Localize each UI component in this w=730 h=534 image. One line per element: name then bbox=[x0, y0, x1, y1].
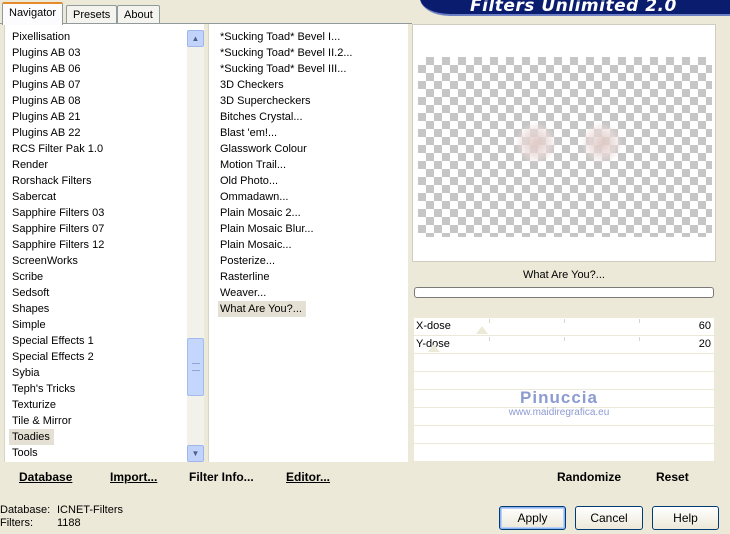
chevron-up-icon[interactable]: ▲ bbox=[187, 30, 204, 47]
category-item[interactable]: Sapphire Filters 12 bbox=[5, 237, 104, 253]
category-item[interactable]: Plugins AB 06 bbox=[5, 61, 104, 77]
category-item[interactable]: RCS Filter Pak 1.0 bbox=[5, 141, 104, 157]
filter-item[interactable]: Rasterline bbox=[209, 269, 353, 285]
filter-item[interactable]: Plain Mosaic Blur... bbox=[209, 221, 353, 237]
category-item[interactable]: ScreenWorks bbox=[5, 253, 104, 269]
category-item[interactable]: Plugins AB 22 bbox=[5, 125, 104, 141]
help-button[interactable]: Help bbox=[652, 506, 719, 530]
category-item[interactable]: Plugins AB 03 bbox=[5, 45, 104, 61]
category-item[interactable]: Plugins AB 08 bbox=[5, 93, 104, 109]
database-button[interactable]: Database bbox=[19, 470, 72, 484]
category-item[interactable]: Pixellisation bbox=[5, 29, 104, 45]
progress-bar bbox=[414, 287, 714, 298]
preview-spot-left bbox=[516, 123, 556, 163]
scrollbar-thumb[interactable] bbox=[187, 338, 204, 396]
watermark: Pinuccia www.maidiregrafica.eu bbox=[494, 388, 624, 418]
slider-value: 20 bbox=[698, 338, 711, 350]
filter-item[interactable]: *Sucking Toad* Bevel III... bbox=[209, 61, 353, 77]
filter-item[interactable]: *Sucking Toad* Bevel II.2... bbox=[209, 45, 353, 61]
slider-y-dose[interactable]: Y-dose 20 bbox=[414, 336, 714, 354]
import-label: Import... bbox=[110, 470, 158, 484]
slider-thumb[interactable] bbox=[428, 344, 440, 352]
randomize-button[interactable]: Randomize bbox=[557, 470, 621, 484]
editor-label: Editor... bbox=[286, 470, 331, 484]
filter-item[interactable]: Glasswork Colour bbox=[209, 141, 353, 157]
filter-item[interactable]: *Sucking Toad* Bevel I... bbox=[209, 29, 353, 45]
preview-spot-right bbox=[582, 123, 622, 163]
category-item[interactable]: Scribe bbox=[5, 269, 104, 285]
filter-item[interactable]: Weaver... bbox=[209, 285, 353, 301]
tab-presets[interactable]: Presets bbox=[66, 5, 118, 24]
category-scrollbar[interactable]: ▲ ▼ bbox=[187, 30, 204, 462]
banner-title: Filters Unlimited 2.0 bbox=[470, 0, 677, 16]
current-filter-name: What Are You?... bbox=[523, 269, 605, 281]
filter-info-button[interactable]: Filter Info... bbox=[189, 470, 254, 484]
import-button[interactable]: Import... bbox=[110, 470, 157, 484]
category-list[interactable]: Pixellisation Plugins AB 03 Plugins AB 06 P… bbox=[5, 29, 104, 461]
slider-x-dose[interactable]: X-dose 60 bbox=[414, 318, 714, 336]
category-item[interactable]: Texturize bbox=[5, 397, 104, 413]
category-item[interactable]: Special Effects 1 bbox=[5, 333, 104, 349]
category-list-panel: Pixellisation Plugins AB 03 Plugins AB 06 P… bbox=[4, 24, 204, 462]
tab-navigator[interactable]: Navigator bbox=[2, 2, 64, 25]
filter-item[interactable]: What Are You?... bbox=[218, 301, 306, 317]
category-item[interactable]: Sybia bbox=[5, 365, 104, 381]
preview-panel bbox=[412, 24, 716, 262]
category-item[interactable]: Tools bbox=[5, 445, 104, 461]
filter-item[interactable]: Old Photo... bbox=[209, 173, 353, 189]
category-item[interactable]: Sabercat bbox=[5, 189, 104, 205]
filter-item[interactable]: Posterize... bbox=[209, 253, 353, 269]
category-item[interactable]: Shapes bbox=[5, 301, 104, 317]
empty-slider-row bbox=[414, 426, 714, 444]
filter-item[interactable]: 3D Supercheckers bbox=[209, 93, 353, 109]
tab-about[interactable]: About bbox=[117, 5, 160, 24]
cancel-button[interactable]: Cancel bbox=[575, 506, 643, 530]
filter-item[interactable]: 3D Checkers bbox=[209, 77, 353, 93]
empty-slider-row bbox=[414, 354, 714, 372]
filters-status-label: Filters: bbox=[0, 517, 33, 529]
category-item[interactable]: Plugins AB 07 bbox=[5, 77, 104, 93]
category-item[interactable]: Toadies bbox=[9, 429, 54, 445]
slider-value: 60 bbox=[698, 320, 711, 332]
filter-item[interactable]: Plain Mosaic... bbox=[209, 237, 353, 253]
category-item[interactable]: Sapphire Filters 03 bbox=[5, 205, 104, 221]
status-area: Database: ICNET-Filters Filters: 1188 bbox=[0, 504, 123, 530]
filter-item[interactable]: Bitches Crystal... bbox=[209, 109, 353, 125]
editor-button[interactable]: Editor... bbox=[286, 470, 330, 484]
watermark-title: Pinuccia bbox=[520, 388, 598, 407]
filter-item[interactable]: Ommadawn... bbox=[209, 189, 353, 205]
filter-item[interactable]: Plain Mosaic 2... bbox=[209, 205, 353, 221]
category-item[interactable]: Special Effects 2 bbox=[5, 349, 104, 365]
database-status-value: ICNET-Filters bbox=[57, 504, 123, 516]
category-item[interactable]: Tile & Mirror bbox=[5, 413, 104, 429]
grip-icon bbox=[192, 363, 200, 371]
category-item[interactable]: Render bbox=[5, 157, 104, 173]
category-item[interactable]: Rorshack Filters bbox=[5, 173, 104, 189]
category-item[interactable]: Teph's Tricks bbox=[5, 381, 104, 397]
filters-status-value: 1188 bbox=[57, 517, 81, 529]
empty-slider-row bbox=[414, 444, 714, 462]
slider-label: X-dose bbox=[416, 320, 451, 332]
apply-button[interactable]: Apply bbox=[499, 506, 566, 530]
filter-item[interactable]: Blast 'em!... bbox=[209, 125, 353, 141]
filter-item[interactable]: Motion Trail... bbox=[209, 157, 353, 173]
filter-list-panel: *Sucking Toad* Bevel I... *Sucking Toad* … bbox=[208, 24, 408, 462]
slider-thumb[interactable] bbox=[476, 326, 488, 334]
category-item[interactable]: Plugins AB 21 bbox=[5, 109, 104, 125]
reset-button[interactable]: Reset bbox=[656, 470, 689, 484]
chevron-down-icon[interactable]: ▼ bbox=[187, 445, 204, 462]
category-item[interactable]: Sapphire Filters 07 bbox=[5, 221, 104, 237]
database-status-label: Database: bbox=[0, 504, 51, 516]
filter-list[interactable]: *Sucking Toad* Bevel I... *Sucking Toad* … bbox=[209, 29, 353, 317]
category-item[interactable]: Sedsoft bbox=[5, 285, 104, 301]
watermark-url: www.maidiregrafica.eu bbox=[508, 407, 610, 418]
database-label: Database bbox=[19, 470, 73, 484]
preview-image bbox=[418, 57, 712, 237]
category-item[interactable]: Simple bbox=[5, 317, 104, 333]
app-banner: Filters Unlimited 2.0 bbox=[412, 0, 730, 16]
